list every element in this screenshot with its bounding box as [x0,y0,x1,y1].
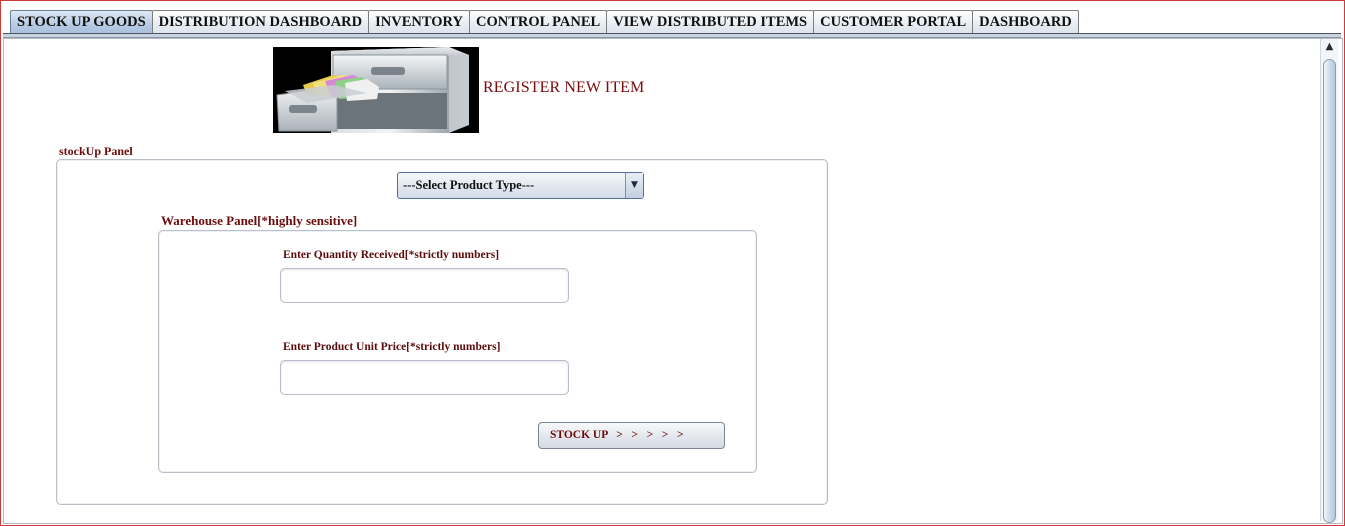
tab-view-distributed-items[interactable]: VIEW DISTRIBUTED ITEMS [606,10,815,33]
dropdown-arrow-icon[interactable]: ▼ [625,173,643,198]
tab-inventory[interactable]: INVENTORY [368,10,470,33]
product-type-selected-value: ---Select Product Type--- [403,178,535,192]
product-type-select[interactable]: ---Select Product Type--- ▼ [397,172,644,199]
tab-control-panel[interactable]: CONTROL PANEL [468,10,608,33]
vertical-scrollbar[interactable]: ▲ [1320,39,1338,523]
tab-dashboard[interactable]: DASHBOARD [972,10,1079,33]
tab-distribution-dashboard[interactable]: DISTRIBUTION DASHBOARD [151,10,370,33]
tab-stock-up-goods[interactable]: STOCK UP GOODS [10,10,153,34]
quantity-received-input[interactable] [280,268,569,303]
quantity-received-label: Enter Quantity Received[*strictly number… [283,249,500,261]
stock-up-button[interactable]: STOCK UP > > > > > [538,422,725,449]
unit-price-label: Enter Product Unit Price[*strictly numbe… [283,341,501,353]
main-tab-strip: STOCK UP GOODS DISTRIBUTION DASHBOARD IN… [10,10,1079,34]
register-new-item-title: REGISTER NEW ITEM [483,79,645,96]
stockup-panel-title: stockUp Panel [59,144,133,158]
warehouse-panel-title: Warehouse Panel[*highly sensitive] [161,213,358,228]
scroll-thumb[interactable] [1323,59,1336,523]
unit-price-input[interactable] [280,360,569,395]
tab-customer-portal[interactable]: CUSTOMER PORTAL [813,10,974,33]
filing-cabinet-icon [273,47,479,133]
scroll-up-arrow-icon[interactable]: ▲ [1321,39,1338,55]
